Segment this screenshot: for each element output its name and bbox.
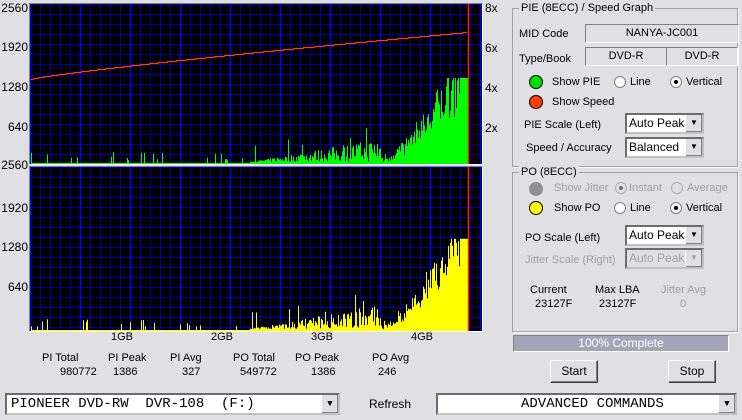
stat-label: PO Avg bbox=[372, 352, 410, 364]
stat-label: PI Avg bbox=[170, 352, 202, 364]
pie-speed-chart bbox=[29, 3, 483, 165]
refresh-button[interactable]: Refresh bbox=[369, 397, 411, 411]
show-po-toggle-icon[interactable] bbox=[529, 201, 543, 215]
chevron-down-icon[interactable]: ▼ bbox=[685, 250, 702, 267]
x-axis-label: 4GB bbox=[411, 331, 434, 343]
advanced-commands-select[interactable]: ADVANCED COMMANDS ▼ bbox=[436, 393, 737, 415]
jitter-avg-value: 0 bbox=[680, 298, 687, 310]
pie-scale-select[interactable]: Auto Peak ▼ bbox=[625, 113, 704, 134]
show-jitter-toggle-icon[interactable] bbox=[529, 182, 543, 196]
advanced-commands-value: ADVANCED COMMANDS bbox=[521, 396, 664, 412]
speed-accuracy-select[interactable]: Balanced ▼ bbox=[625, 137, 704, 158]
po-axis-label: 1280 bbox=[1, 240, 28, 254]
average-label: Average bbox=[687, 182, 728, 194]
max-lba-label: Max LBA bbox=[595, 284, 640, 296]
speed-axis-label: 2x bbox=[485, 121, 498, 135]
chevron-down-icon[interactable]: ▼ bbox=[718, 395, 735, 413]
chevron-down-icon[interactable]: ▼ bbox=[685, 227, 702, 244]
jitter-scale-select[interactable]: Auto Peak ▼ bbox=[625, 248, 704, 269]
show-speed-toggle-icon[interactable] bbox=[529, 95, 543, 109]
speed-line bbox=[31, 31, 467, 81]
drive-value: PIONEER DVD-RW DVR-108 (F:) bbox=[11, 396, 255, 412]
progress-text: 100% Complete bbox=[578, 336, 664, 350]
stat-value: 1386 bbox=[311, 366, 336, 378]
average-radio[interactable] bbox=[671, 182, 683, 194]
show-speed-label[interactable]: Show Speed bbox=[552, 96, 614, 108]
x-axis-label: 2GB bbox=[211, 331, 234, 343]
speed-axis-label: 4x bbox=[485, 81, 498, 95]
pie-line-radio[interactable] bbox=[614, 76, 626, 88]
start-button[interactable]: Start bbox=[550, 360, 598, 383]
instant-label: Instant bbox=[629, 182, 663, 194]
pie-axis-label: 1920 bbox=[1, 40, 28, 54]
pie-axis-label: 640 bbox=[7, 120, 28, 134]
po-scale-label: PO Scale (Left) bbox=[525, 232, 601, 244]
show-pie-toggle-icon[interactable] bbox=[529, 75, 543, 89]
mid-code-label: MID Code bbox=[519, 28, 569, 40]
instant-radio[interactable] bbox=[615, 182, 627, 194]
current-label: Current bbox=[530, 284, 567, 296]
drive-select[interactable]: PIONEER DVD-RW DVR-108 (F:) ▼ bbox=[5, 393, 340, 415]
pie-scale-value: Auto Peak bbox=[629, 116, 685, 130]
po-axis-label: 640 bbox=[7, 280, 28, 294]
stat-value: 327 bbox=[182, 366, 201, 378]
po-scale-value: Auto Peak bbox=[629, 228, 685, 242]
po-vertical-radio[interactable] bbox=[670, 202, 682, 214]
pie-vertical-radio[interactable] bbox=[670, 76, 682, 88]
stat-label: PI Total bbox=[42, 352, 79, 364]
speed-accuracy-label: Speed / Accuracy bbox=[526, 142, 612, 154]
po-vertical-label: Vertical bbox=[686, 202, 723, 214]
pie-axis-label: 2560 bbox=[1, 1, 28, 15]
po-chart bbox=[29, 166, 483, 332]
jitter-scale-label: Jitter Scale (Right) bbox=[525, 254, 616, 266]
stat-value: 246 bbox=[378, 366, 397, 378]
po-line-label: Line bbox=[630, 202, 651, 214]
po-group-title: PO (8ECC) bbox=[519, 166, 579, 178]
type-book-label: Type/Book bbox=[519, 53, 571, 65]
chevron-down-icon[interactable]: ▼ bbox=[685, 115, 702, 132]
pie-line-label: Line bbox=[630, 76, 651, 88]
error-bars bbox=[31, 78, 468, 164]
stop-button[interactable]: Stop bbox=[668, 360, 716, 383]
stat-label: PI Peak bbox=[108, 352, 147, 364]
po-axis-label: 1920 bbox=[1, 201, 28, 215]
current-value: 23127F bbox=[535, 298, 573, 310]
mid-code-value: NANYA-JC001 bbox=[585, 24, 739, 43]
show-pie-label[interactable]: Show PIE bbox=[552, 76, 600, 88]
max-lba-value: 23127F bbox=[599, 298, 637, 310]
pie-scale-label: PIE Scale (Left) bbox=[524, 119, 602, 131]
x-axis-label: 1GB bbox=[111, 331, 134, 343]
type-value: DVD-R bbox=[585, 47, 667, 66]
pie-vertical-label: Vertical bbox=[686, 76, 723, 88]
progress-bar: 100% Complete bbox=[513, 335, 729, 352]
pie-axis-label: 1280 bbox=[1, 80, 28, 94]
stat-value: 1386 bbox=[113, 366, 138, 378]
speed-accuracy-value: Balanced bbox=[629, 140, 680, 154]
pie-group-title: PIE (8ECC) / Speed Graph bbox=[519, 2, 656, 14]
show-po-label[interactable]: Show PO bbox=[554, 202, 600, 214]
chevron-down-icon[interactable]: ▼ bbox=[685, 139, 702, 156]
stat-value: 549772 bbox=[240, 366, 277, 378]
stat-value: 980772 bbox=[60, 366, 97, 378]
chevron-down-icon[interactable]: ▼ bbox=[321, 395, 338, 413]
po-line-radio[interactable] bbox=[614, 202, 626, 214]
jitter-scale-value: Auto Peak bbox=[629, 251, 685, 265]
speed-axis-label: 8x bbox=[485, 1, 498, 15]
jitter-avg-label: Jitter Avg bbox=[661, 284, 707, 296]
po-axis-label: 2560 bbox=[1, 158, 28, 172]
po-group: PO (8ECC) Show Jitter Instant Average Sh… bbox=[512, 166, 738, 332]
book-value: DVD-R bbox=[666, 47, 738, 66]
po-scale-select[interactable]: Auto Peak ▼ bbox=[625, 225, 704, 246]
speed-axis-label: 6x bbox=[485, 41, 498, 55]
stat-label: PO Total bbox=[233, 352, 275, 364]
show-jitter-label: Show Jitter bbox=[554, 182, 609, 194]
stat-label: PO Peak bbox=[295, 352, 340, 364]
pie-group: PIE (8ECC) / Speed Graph MID Code NANYA-… bbox=[512, 2, 739, 167]
x-axis-label: 3GB bbox=[311, 331, 334, 343]
